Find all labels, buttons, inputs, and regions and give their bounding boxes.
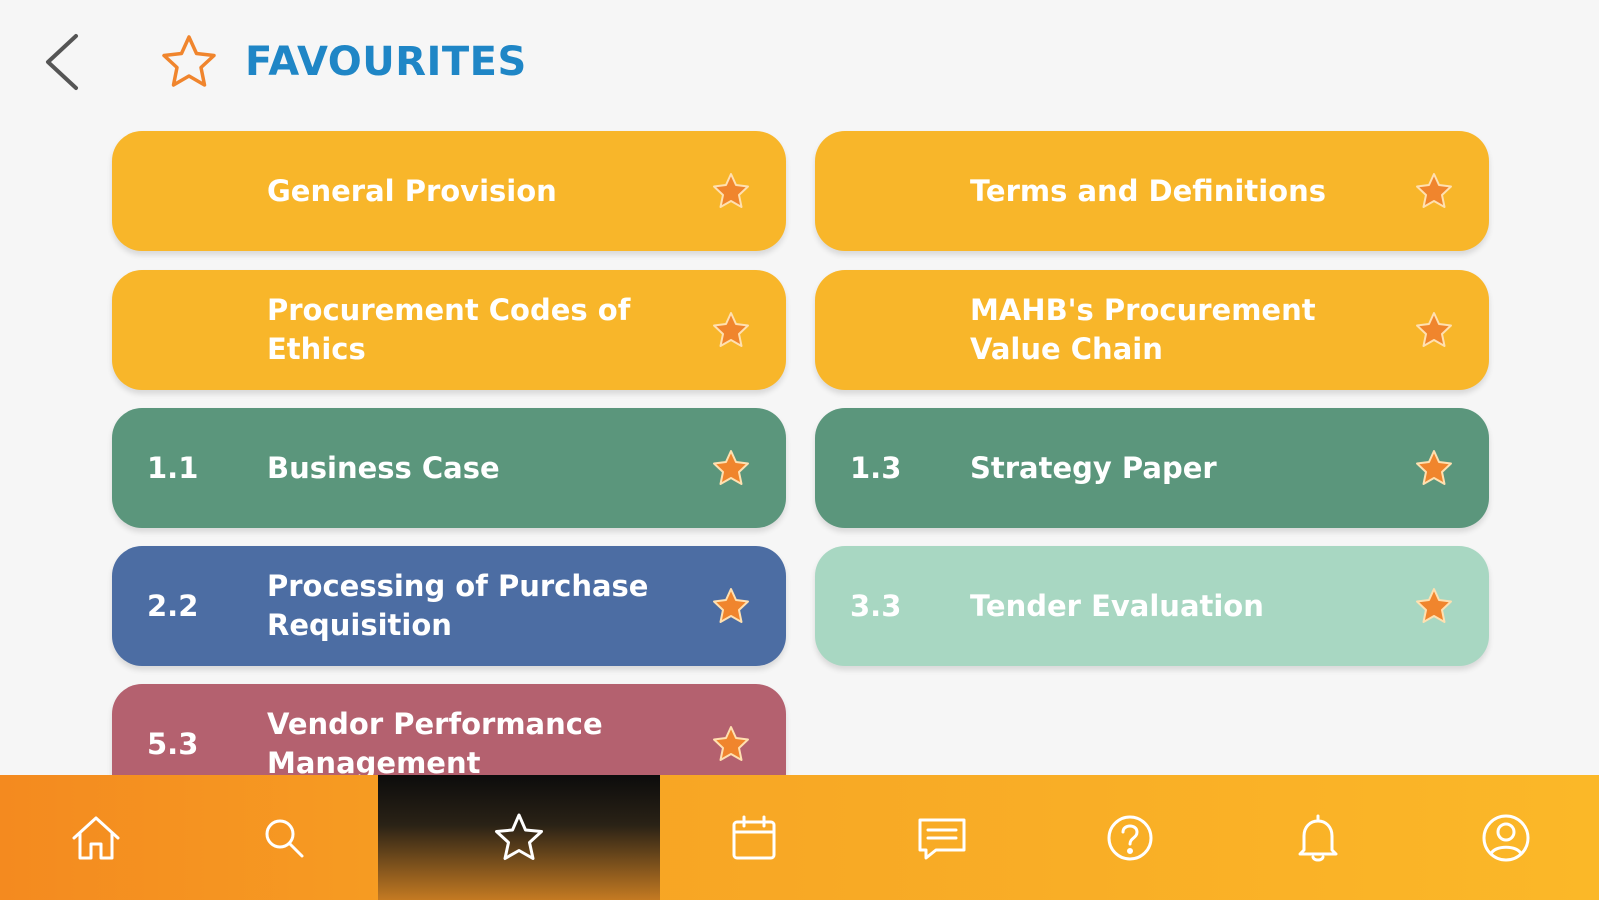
section-title: MAHB's Procurement Value Chain xyxy=(970,293,1316,366)
favourite-card[interactable]: 5.3 Vendor Performance Management xyxy=(112,684,786,775)
star-icon[interactable] xyxy=(1415,587,1453,625)
tab-home[interactable] xyxy=(2,775,190,900)
tab-help[interactable] xyxy=(1036,775,1224,900)
user-icon xyxy=(1482,814,1529,861)
search-icon xyxy=(265,819,304,857)
star-icon[interactable] xyxy=(1415,449,1453,487)
calendar-icon xyxy=(732,815,776,859)
help-icon xyxy=(1107,815,1153,860)
section-number: 1.3 xyxy=(850,451,902,485)
home-icon xyxy=(72,816,120,859)
section-title: Processing of Purchase Requisition xyxy=(267,569,649,642)
star-icon[interactable] xyxy=(712,311,750,349)
star-icon xyxy=(495,813,543,860)
favourite-card[interactable]: 1.3 Strategy Paper xyxy=(815,408,1489,528)
tab-calendar[interactable] xyxy=(660,775,848,900)
favourite-card[interactable]: 2.2 Processing of Purchase Requisition xyxy=(112,546,786,666)
section-title: Strategy Paper xyxy=(970,450,1217,485)
chat-icon xyxy=(918,818,966,859)
tab-search[interactable] xyxy=(190,775,378,900)
favourite-card[interactable]: 3.3 Tender Evaluation xyxy=(815,546,1489,666)
section-number: 2.2 xyxy=(147,589,199,623)
star-icon[interactable] xyxy=(1415,311,1453,349)
bell-icon xyxy=(1298,814,1338,861)
favourites-grid: General Provision Terms and Definitions … xyxy=(0,0,1599,775)
tab-favourites[interactable] xyxy=(378,775,660,900)
section-number: 1.1 xyxy=(147,451,199,485)
favourite-card[interactable]: MAHB's Procurement Value Chain xyxy=(815,270,1489,390)
section-title: Tender Evaluation xyxy=(970,588,1264,623)
favourite-card[interactable]: General Provision xyxy=(112,131,786,251)
section-title: Procurement Codes of Ethics xyxy=(267,293,631,366)
section-title: General Provision xyxy=(267,173,557,208)
section-title: Vendor Performance Management xyxy=(267,707,603,775)
star-icon[interactable] xyxy=(712,172,750,210)
tab-profile[interactable] xyxy=(1412,775,1599,900)
star-icon[interactable] xyxy=(1415,172,1453,210)
section-number: 3.3 xyxy=(850,589,902,623)
favourite-card[interactable]: Terms and Definitions xyxy=(815,131,1489,251)
star-icon[interactable] xyxy=(712,725,750,763)
star-icon[interactable] xyxy=(712,587,750,625)
section-title: Business Case xyxy=(267,450,500,485)
favourite-card[interactable]: 1.1 Business Case xyxy=(112,408,786,528)
section-number: 5.3 xyxy=(147,727,199,761)
star-icon[interactable] xyxy=(712,449,750,487)
favourite-card[interactable]: Procurement Codes of Ethics xyxy=(112,270,786,390)
bottom-tab-bar xyxy=(0,775,1599,900)
tab-messages[interactable] xyxy=(848,775,1036,900)
tab-notifications[interactable] xyxy=(1224,775,1412,900)
section-title: Terms and Definitions xyxy=(970,173,1327,208)
